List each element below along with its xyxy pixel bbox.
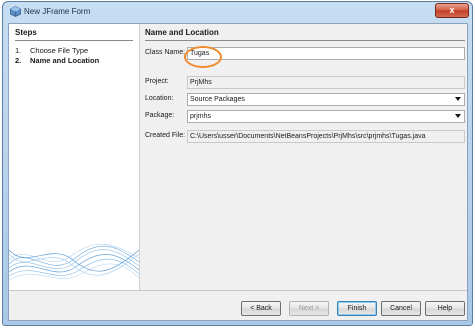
next-button[interactable]: Next > <box>289 301 329 316</box>
finish-button[interactable]: Finish <box>337 301 377 316</box>
button-bar-divider <box>9 290 467 291</box>
package-combobox[interactable]: prjmhs <box>187 110 465 123</box>
location-dropdown[interactable]: Source Packages <box>187 93 465 106</box>
step-item-name-and-location: 2. Name and Location <box>15 56 99 65</box>
section-title: Name and Location <box>145 28 219 37</box>
close-icon: x <box>449 5 455 15</box>
project-label: Project: <box>145 78 169 85</box>
netbeans-cube-icon <box>10 6 21 17</box>
step-label: Name and Location <box>30 56 100 65</box>
dialog-window: New JFrame Form x Steps 1. Choose File T… <box>2 1 473 326</box>
close-button[interactable]: x <box>435 3 469 18</box>
wave-decoration-image <box>9 243 139 281</box>
title-bar[interactable]: New JFrame Form x <box>3 2 472 22</box>
window-title: New JFrame Form <box>24 7 91 16</box>
section-divider <box>145 40 465 41</box>
steps-title: Steps <box>15 28 37 37</box>
step-label: Choose File Type <box>30 46 89 55</box>
step-number: 2. <box>15 56 22 65</box>
cancel-button[interactable]: Cancel <box>381 301 421 316</box>
step-item-choose-file-type: 1. Choose File Type <box>15 46 88 55</box>
back-button[interactable]: < Back <box>241 301 281 316</box>
chevron-down-icon <box>455 97 461 101</box>
location-selected-value: Source Packages <box>190 96 245 103</box>
chevron-down-icon <box>455 114 461 118</box>
steps-panel: Steps 1. Choose File Type 2. Name and Lo… <box>9 24 139 290</box>
project-field: PrjMhs <box>187 76 465 89</box>
created-file-field: C:\Users\usser\Documents\NetBeansProject… <box>187 130 465 143</box>
created-file-label: Created File: <box>145 132 186 139</box>
highlight-circle <box>184 46 222 68</box>
panel-divider <box>139 24 140 290</box>
package-label: Package: <box>145 112 175 119</box>
package-selected-value: prjmhs <box>190 113 212 120</box>
dialog-content: Steps 1. Choose File Type 2. Name and Lo… <box>8 23 468 321</box>
class-name-input[interactable]: Tugas <box>187 47 465 60</box>
help-button[interactable]: Help <box>425 301 465 316</box>
steps-divider <box>15 40 133 41</box>
class-name-label: Class Name: <box>145 49 186 56</box>
step-number: 1. <box>15 46 22 55</box>
location-label: Location: <box>145 95 174 102</box>
